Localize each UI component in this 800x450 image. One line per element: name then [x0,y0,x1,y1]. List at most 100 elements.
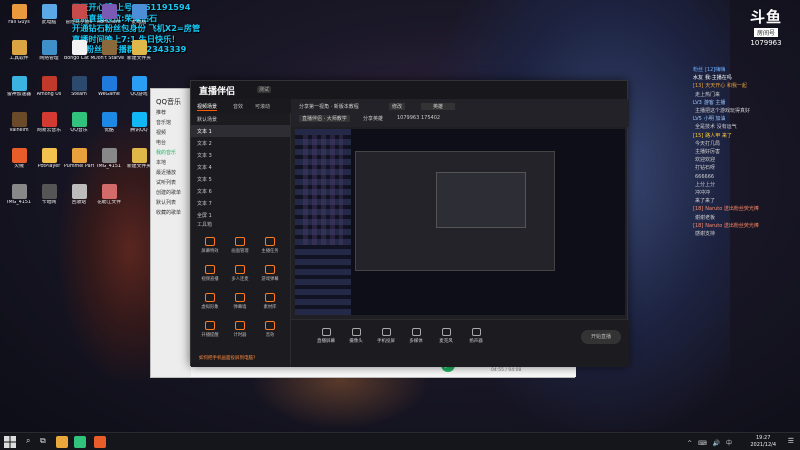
tool-button[interactable]: 弹幕墙 [225,289,255,317]
tool-icon [265,321,275,330]
desktop-icon[interactable]: RoHClient [94,4,124,34]
tab-scroll[interactable]: 可滚动 [255,103,270,110]
desktop-icon[interactable]: Fall Guys [4,4,34,34]
desktop-icon[interactable]: 火绒 [4,148,34,178]
tool-icon [205,237,215,246]
scene-source-item[interactable]: 文本 5 [191,173,290,185]
desktop-icon[interactable]: WeGame [94,76,124,106]
desktop-icon[interactable]: 冒险岛小窗V [64,4,94,34]
category-tag[interactable]: 直播伴侣 · 大师教学 [299,115,350,122]
tool-button[interactable]: 音效 [255,317,285,345]
source-button[interactable]: 多媒体 [403,328,429,344]
chat-user: LV5 [693,116,702,123]
scene-source-item[interactable]: 文本 3 [191,149,290,161]
desktop-icon[interactable]: 回收站 [64,184,94,214]
desktop-icon[interactable]: Don't Starve [94,40,124,70]
desktop-icon[interactable]: Valheim [4,112,34,142]
clock[interactable]: 19:27 2021/12/4 [750,435,776,449]
chat-message: [18] Naruto 送出粉丝荧光棒 [693,205,798,213]
tool-button[interactable]: 视频直播 [195,261,225,289]
desktop-icon-label: Steam [71,92,87,97]
tool-button[interactable]: 开播提醒 [195,317,225,345]
desktop-icon[interactable]: IMG_4151 [94,148,124,178]
source-button[interactable]: 摄像头 [343,328,369,344]
source-button[interactable]: 麦克风 [433,328,459,344]
desktop-icon[interactable]: QQ音乐 [64,112,94,142]
source-button[interactable]: 扬声器 [463,328,489,344]
tool-button[interactable]: 虚拟形象 [195,289,225,317]
app-icon [71,184,87,199]
windows-start-icon[interactable] [4,436,16,448]
qq-nav-item[interactable]: 默认列表 [151,197,191,207]
qq-nav-item[interactable]: 最近播放 [151,167,191,177]
chat-user: [15] [693,132,704,139]
desktop-icon[interactable]: 网络管理 [34,40,64,70]
desktop-icon[interactable]: PotPlayer [34,148,64,178]
scene-source-item[interactable]: 默认场景 [191,113,290,125]
desktop-icon[interactable]: 卡暗网 [34,184,64,214]
desktop-icon-label: Among Us [36,92,62,97]
go-live-button[interactable]: 开始直播 [581,330,621,344]
app-icon [131,76,147,91]
stream-title: 分享第一视角 · 新版本教程 [299,104,359,110]
task-view-icon[interactable]: ⧉ [40,436,46,446]
taskbar-qqmusic-icon[interactable] [74,436,86,448]
qq-nav-item[interactable]: 试听列表 [151,177,191,187]
notification-icon[interactable]: ☰ [788,437,794,445]
qq-nav-item[interactable]: 收藏的歌单 [151,207,191,217]
qq-nav-item[interactable]: 推荐 [151,107,191,117]
stream-companion-window[interactable]: 直播伴侣 测试 视频场景 音效 可滚动 默认场景 文本 1 文本 2 文本 3 文本 4… [190,80,629,367]
tool-button[interactable]: 素材库 [255,289,285,317]
tab-audio[interactable]: 音效 [233,103,243,110]
qq-nav-item[interactable]: 本地 [151,157,191,167]
qq-nav-item[interactable]: 电台 [151,137,191,147]
tool-label: 画面管理 [231,249,249,254]
chat-text: 谢谢老板 [695,214,716,221]
scene-source-item[interactable]: 文本 4 [191,161,290,173]
category-button[interactable]: 英雄 [421,103,456,110]
source-button[interactable]: 手机投屏 [373,328,399,344]
scene-source-item[interactable]: 文本 7 [191,197,290,209]
qq-nav-item[interactable]: 音乐馆 [151,117,191,127]
desktop-icon[interactable]: IMG_4151 [4,184,34,214]
taskbar-stream-icon[interactable] [94,436,106,448]
desktop-icon[interactable]: 此电脑 [34,4,64,34]
edit-title-button[interactable]: 修改 [389,103,406,110]
chat-message: 走上热门来 [693,91,798,99]
desktop-icon[interactable]: Pummel Party [64,148,94,178]
desktop-icon[interactable]: 雷神加速器 [4,76,34,106]
tab-video-scene[interactable]: 视频场景 [197,103,218,111]
desktop-icon[interactable]: Among Us [34,76,64,106]
desktop-icon[interactable]: 新建文件夹 [124,40,154,70]
desktop-icon[interactable]: 工具软件 [4,40,34,70]
desktop-icon[interactable]: 此电脑 [124,4,154,34]
tool-button[interactable]: 画面管理 [225,233,255,261]
scene-source-item[interactable]: 文本 2 [191,137,290,149]
tool-icon [235,321,245,330]
help-tip-link[interactable]: 如何把手机画面投屏到电脑? [199,355,255,361]
tool-button[interactable]: 计时器 [225,317,255,345]
taskbar-app-icon[interactable] [56,436,68,448]
desktop-icon[interactable]: 优酷 [94,112,124,142]
qq-nav-item[interactable]: 创建的歌单 [151,187,191,197]
scene-source-item[interactable]: 文本 6 [191,185,290,197]
scene-source-item[interactable]: 文本 1 [191,125,290,137]
qq-nav-item[interactable]: 视频 [151,127,191,137]
tool-button[interactable]: 多人连麦 [225,261,255,289]
desktop-icon-label: 网易云音乐 [37,128,61,133]
stream-preview[interactable] [295,129,625,315]
desktop-icon-label: 花助江文件 [97,200,121,205]
source-button[interactable]: 直播屏幕 [313,328,339,344]
search-icon[interactable]: ⌕ [26,436,30,446]
desktop-icon[interactable]: 花助江文件 [94,184,124,214]
scene-source-item[interactable]: 全屏 1 [191,209,290,221]
tool-button[interactable]: 主播任务 [255,233,285,261]
tool-button[interactable]: 游戏弹幕 [255,261,285,289]
tool-button[interactable]: 屏幕特效 [195,233,225,261]
desktop-icon[interactable]: Steam [64,76,94,106]
qq-nav-item[interactable]: 我的音乐 [151,147,191,157]
desktop-icon[interactable]: 网易云音乐 [34,112,64,142]
system-tray[interactable]: ^ ⌨ 🔊 中 [687,438,734,447]
desktop-icon[interactable]: Bongo Cat Mver [64,40,94,70]
app-icon [41,76,57,91]
